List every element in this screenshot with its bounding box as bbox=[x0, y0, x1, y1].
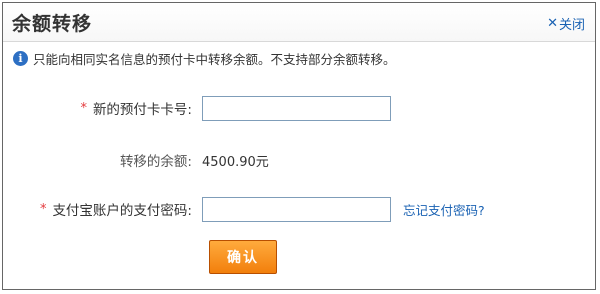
dialog-header: 余额转移 ✕ 关闭 bbox=[3, 3, 595, 42]
dialog-title: 余额转移 bbox=[12, 13, 93, 35]
alipay-password-input[interactable] bbox=[202, 196, 391, 222]
transfer-amount-label: 转移的余额: bbox=[119, 154, 192, 170]
card-number-label-wrap: * 新的预付卡卡号: bbox=[3, 98, 200, 119]
confirm-button[interactable]: 确认 bbox=[209, 240, 277, 274]
required-mark: * bbox=[39, 201, 47, 217]
notice-text: 只能向相同实名信息的预付卡中转移余额。不支持部分余额转移。 bbox=[33, 52, 396, 67]
close-x-icon[interactable]: ✕ bbox=[547, 16, 558, 31]
card-number-label: 新的预付卡卡号: bbox=[92, 102, 192, 118]
transfer-amount-value: 4500.90元 bbox=[202, 154, 269, 170]
forgot-password-link[interactable]: 忘记支付密码? bbox=[403, 200, 485, 219]
alipay-password-row: * 支付宝账户的支付密码: 忘记支付密码? bbox=[3, 196, 595, 222]
notice-bar: i 只能向相同实名信息的预付卡中转移余额。不支持部分余额转移。 bbox=[13, 49, 396, 68]
card-number-row: * 新的预付卡卡号: bbox=[3, 95, 595, 121]
transfer-amount-row: 转移的余额: 4500.90元 bbox=[3, 147, 595, 173]
transfer-amount-label-wrap: 转移的余额: bbox=[3, 150, 200, 170]
alipay-password-label-wrap: * 支付宝账户的支付密码: bbox=[3, 199, 200, 220]
balance-transfer-dialog: 余额转移 ✕ 关闭 i 只能向相同实名信息的预付卡中转移余额。不支持部分余额转移… bbox=[2, 2, 596, 290]
close-button[interactable]: ✕ 关闭 bbox=[547, 14, 585, 33]
alipay-password-label: 支付宝账户的支付密码: bbox=[52, 203, 192, 219]
card-number-input[interactable] bbox=[202, 95, 391, 121]
required-mark: * bbox=[80, 100, 87, 116]
info-icon: i bbox=[13, 51, 28, 66]
close-label[interactable]: 关闭 bbox=[559, 14, 585, 33]
